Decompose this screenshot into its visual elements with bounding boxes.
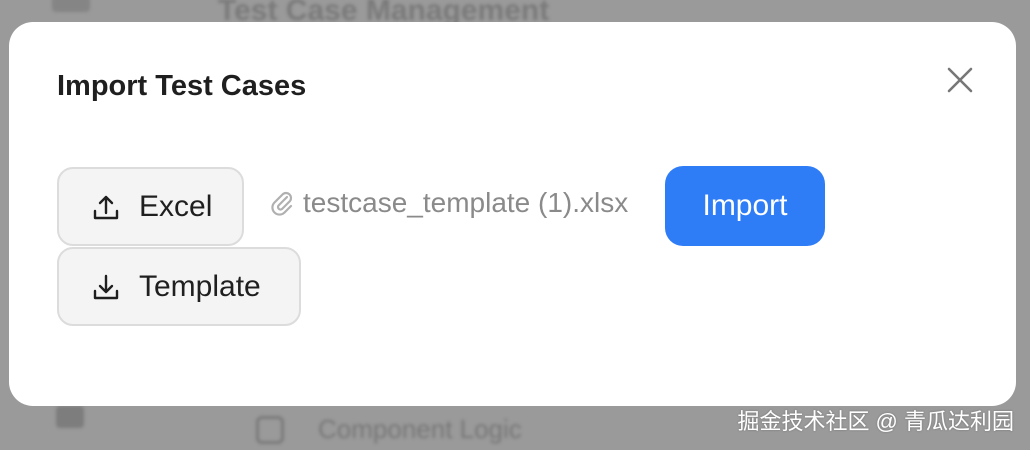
dialog-title: Import Test Cases [57,70,307,102]
background-menu-icon [52,0,90,12]
background-list-item: Component Logic [318,414,522,444]
upload-icon [91,192,121,222]
background-sidebar-icon [56,406,84,428]
background-component-icon [256,416,284,444]
selected-file-name: testcase_template (1).xlsx [303,187,629,218]
excel-button-label: Excel [139,189,213,223]
import-dialog: Import Test Cases Excel testcase_templat… [9,22,1016,406]
download-template-button[interactable]: Template [57,247,301,326]
download-icon [91,272,121,302]
close-button[interactable] [942,62,978,98]
paperclip-icon [267,188,297,218]
import-button[interactable]: Import [665,166,825,246]
close-icon [947,67,973,93]
excel-upload-button[interactable]: Excel [57,167,244,246]
template-button-label: Template [139,269,261,303]
selected-file: testcase_template (1).xlsx [267,187,628,219]
watermark: 掘金技术社区 @ 青瓜达利园 [737,409,1014,434]
